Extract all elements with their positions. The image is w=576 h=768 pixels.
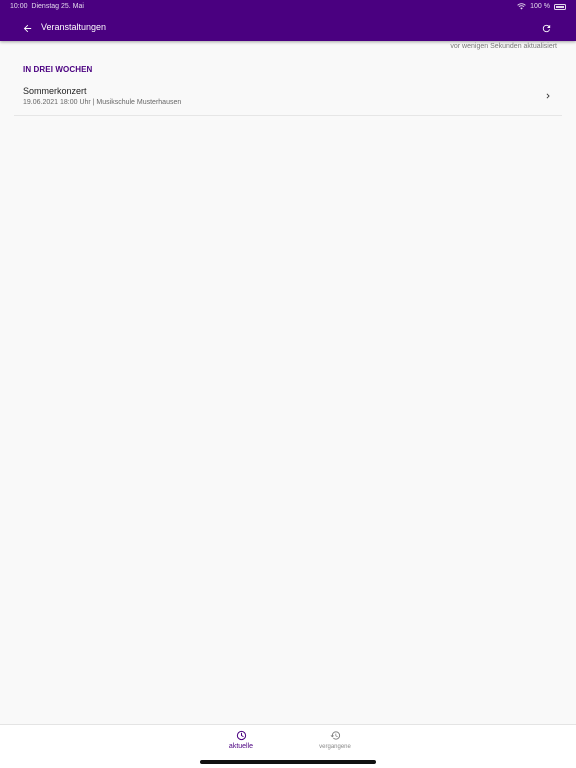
tab-current-label: aktuelle [228, 743, 254, 750]
status-date: Dienstag 25. Mai [31, 3, 84, 10]
back-button[interactable] [18, 19, 36, 37]
refresh-icon [542, 24, 550, 32]
history-icon [329, 731, 340, 740]
app-header: 10:00 Dienstag 25. Mai 100 % Veranstaltu… [0, 0, 576, 41]
section-title: IN DREI WOCHEN [23, 65, 93, 74]
clock-icon [236, 730, 246, 741]
status-clock: 10:00 [10, 3, 28, 10]
tab-current[interactable]: aktuelle [211, 730, 271, 758]
home-indicator [200, 760, 376, 764]
refresh-button[interactable] [537, 19, 555, 37]
toolbar: Veranstaltungen [0, 14, 576, 41]
battery-percent: 100 % [530, 3, 550, 10]
event-details: 19.06.2021 18:00 Uhr | Musikschule Muste… [23, 99, 182, 106]
status-indicators: 100 % [517, 3, 566, 10]
event-title: Sommerkonzert [23, 86, 87, 96]
battery-icon [554, 3, 566, 10]
wifi-icon [517, 3, 526, 10]
chevron-right-icon [542, 90, 554, 102]
tab-past-label: vergangene [319, 744, 351, 750]
status-time: 10:00 Dienstag 25. Mai [10, 3, 84, 10]
last-updated-text: vor wenigen Sekunden aktualisiert [450, 43, 557, 50]
status-bar: 10:00 Dienstag 25. Mai 100 % [0, 0, 576, 14]
arrow-left-icon [23, 24, 31, 32]
event-list-item[interactable]: Sommerkonzert 19.06.2021 18:00 Uhr | Mus… [14, 80, 562, 116]
page-title: Veranstaltungen [41, 22, 107, 32]
tab-past[interactable]: vergangene [305, 730, 365, 758]
